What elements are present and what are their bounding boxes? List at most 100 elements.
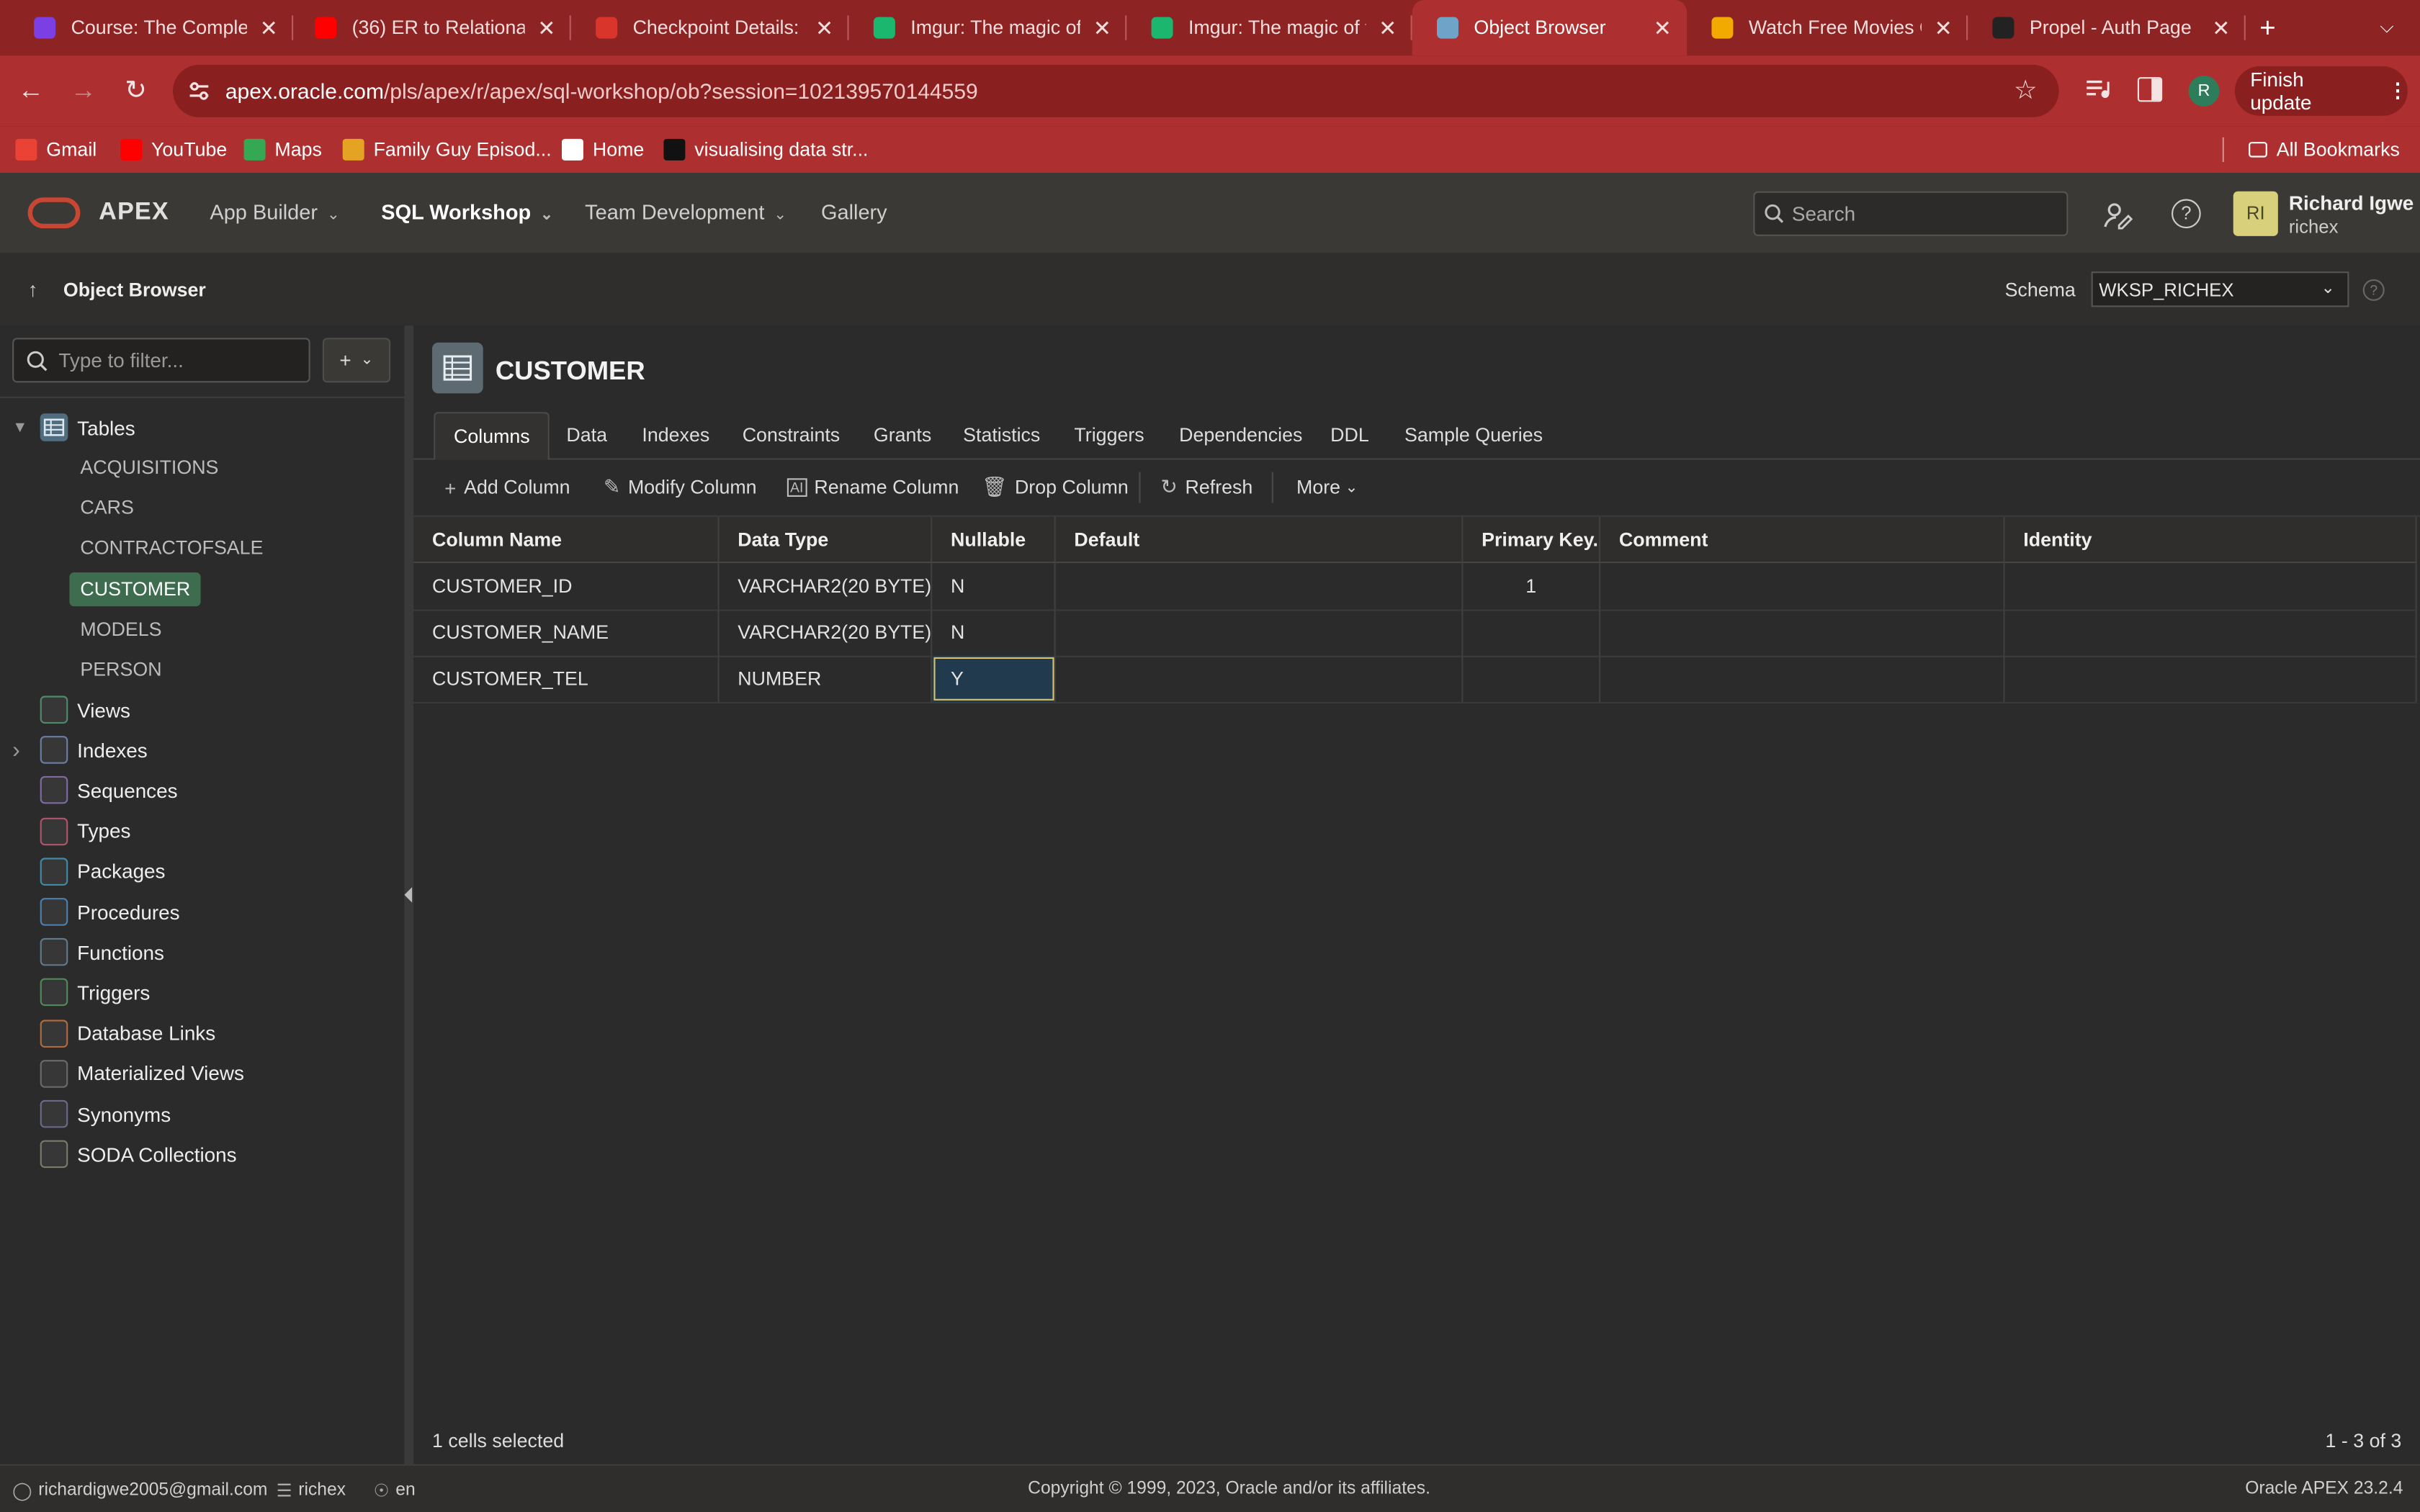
grid-cell[interactable]: CUSTOMER_TEL bbox=[413, 655, 720, 702]
schema-select[interactable]: WKSP_RICHEX ⌄ bbox=[2091, 271, 2349, 307]
grid-column-header[interactable]: Primary Key... bbox=[1463, 516, 1601, 562]
grid-cell[interactable]: CUSTOMER_ID bbox=[413, 563, 720, 610]
close-icon[interactable]: ✕ bbox=[1379, 14, 1397, 40]
bookmark-item[interactable]: visualising data str... bbox=[663, 136, 868, 164]
tree-node-category[interactable]: Views bbox=[0, 691, 404, 728]
footer-user[interactable]: ◯ richardigwe2005@gmail.com bbox=[12, 1480, 267, 1501]
chevron-down-icon[interactable]: ▼ bbox=[12, 419, 27, 436]
bookmark-item[interactable]: Home bbox=[562, 136, 644, 164]
tree-node-category[interactable]: Triggers bbox=[0, 974, 404, 1011]
rename-column-button[interactable]: AI Rename Column bbox=[786, 460, 959, 516]
grid-cell[interactable] bbox=[1463, 655, 1601, 702]
collapse-panel-icon[interactable] bbox=[404, 887, 413, 903]
chevron-right-icon[interactable]: › bbox=[12, 737, 20, 763]
new-tab-button[interactable]: + bbox=[2259, 12, 2276, 45]
grid-cell[interactable] bbox=[2005, 655, 2417, 702]
grid-cell[interactable]: N bbox=[932, 609, 1056, 656]
reload-icon[interactable]: ↻ bbox=[120, 76, 151, 107]
address-bar[interactable]: apex.oracle.com/pls/apex/r/apex/sql-work… bbox=[173, 65, 2059, 117]
close-icon[interactable]: ✕ bbox=[1654, 14, 1672, 40]
global-search-input[interactable]: Search bbox=[1753, 191, 2069, 236]
grid-cell[interactable]: VARCHAR2(20 BYTE) bbox=[720, 609, 933, 656]
grid-cell[interactable] bbox=[1600, 609, 2005, 656]
side-panel-icon[interactable] bbox=[2137, 77, 2163, 102]
grid-column-header[interactable]: Column Name bbox=[413, 516, 720, 562]
grid-cell[interactable]: VARCHAR2(20 BYTE) bbox=[720, 563, 933, 610]
grid-cell[interactable] bbox=[1056, 563, 1464, 610]
create-object-button[interactable]: + ⌄ bbox=[322, 338, 391, 383]
footer-language[interactable]: ☉ en bbox=[374, 1480, 416, 1501]
close-icon[interactable]: ✕ bbox=[537, 14, 555, 40]
tree-table-item[interactable]: ACQUISITIONS bbox=[80, 451, 218, 485]
tab-sample-queries[interactable]: Sample Queries bbox=[1404, 412, 1543, 458]
tab-dependencies[interactable]: Dependencies bbox=[1179, 412, 1302, 458]
media-controls-icon[interactable] bbox=[2084, 76, 2112, 104]
site-settings-icon[interactable] bbox=[188, 80, 210, 102]
grid-column-header[interactable]: Data Type bbox=[720, 516, 933, 562]
tree-filter-input[interactable]: Type to filter... bbox=[12, 338, 310, 383]
bookmark-star-icon[interactable]: ☆ bbox=[2014, 76, 2038, 107]
browser-tab[interactable]: Imgur: The magic of t ✕ bbox=[849, 0, 1127, 55]
grid-cell[interactable]: Y bbox=[932, 655, 1056, 702]
user-name[interactable]: Richard Igwe bbox=[2289, 192, 2414, 215]
grid-cell[interactable]: NUMBER bbox=[720, 655, 933, 702]
bookmark-item[interactable]: YouTube bbox=[120, 136, 227, 164]
back-icon[interactable]: ← bbox=[15, 76, 46, 107]
tab-constraints[interactable]: Constraints bbox=[743, 412, 841, 458]
user-avatar[interactable]: RI bbox=[2233, 191, 2278, 236]
browser-tab[interactable]: Object Browser ✕ bbox=[1412, 0, 1688, 56]
finish-update-button[interactable]: Finish update ⋮ bbox=[2234, 66, 2408, 116]
grid-column-header[interactable]: Nullable bbox=[932, 516, 1056, 562]
tree-table-item[interactable]: MODELS bbox=[80, 612, 161, 646]
grid-cell[interactable] bbox=[1600, 655, 2005, 702]
grid-cell[interactable] bbox=[2005, 563, 2417, 610]
oracle-logo-icon[interactable] bbox=[27, 197, 81, 229]
tree-node-category[interactable]: Procedures bbox=[0, 894, 404, 930]
tree-node-category[interactable]: SODA Collections bbox=[0, 1136, 404, 1173]
nav-team-development[interactable]: Team Development ⌄ bbox=[585, 201, 786, 224]
tab-data[interactable]: Data bbox=[566, 412, 607, 458]
add-column-button[interactable]: + Add Column bbox=[444, 460, 570, 516]
tab-statistics[interactable]: Statistics bbox=[963, 412, 1040, 458]
grid-cell[interactable] bbox=[1056, 609, 1464, 656]
footer-workspace[interactable]: ☰ richex bbox=[277, 1480, 346, 1501]
tree-node-category[interactable]: Packages bbox=[0, 853, 404, 890]
help-icon[interactable]: ? bbox=[2172, 199, 2201, 229]
tree-table-item[interactable]: CARS bbox=[80, 491, 133, 525]
grid-cell[interactable] bbox=[1463, 609, 1601, 656]
close-icon[interactable]: ✕ bbox=[1935, 14, 1953, 40]
tree-node-category[interactable]: Sequences bbox=[0, 772, 404, 809]
tree-node-category[interactable]: Types bbox=[0, 812, 404, 849]
tree-table-item[interactable]: CUSTOMER bbox=[69, 572, 202, 606]
tree-node-category[interactable]: Materialized Views bbox=[0, 1055, 404, 1092]
grid-cell[interactable] bbox=[2005, 609, 2417, 656]
grid-cell[interactable]: 1 bbox=[1463, 563, 1601, 610]
modify-column-button[interactable]: ✎ Modify Column bbox=[604, 460, 757, 516]
nav-app-builder[interactable]: App Builder ⌄ bbox=[210, 201, 339, 224]
browser-tab[interactable]: Watch Free Movies O ✕ bbox=[1687, 0, 1968, 55]
browser-tab[interactable]: Propel - Auth Page ✕ bbox=[1968, 0, 2246, 55]
tree-node-category[interactable]: Database Links bbox=[0, 1014, 404, 1051]
close-icon[interactable]: ✕ bbox=[260, 14, 278, 40]
browser-tab[interactable]: Imgur: The magic of t ✕ bbox=[1126, 0, 1412, 55]
browser-tab[interactable]: Checkpoint Details: D ✕ bbox=[571, 0, 849, 55]
tree-node-category[interactable]: Synonyms bbox=[0, 1095, 404, 1132]
tree-node-category[interactable]: Functions bbox=[0, 934, 404, 971]
grid-column-header[interactable]: Default bbox=[1056, 516, 1464, 562]
nav-sql-workshop[interactable]: SQL Workshop ⌄ bbox=[381, 201, 553, 224]
close-icon[interactable]: ✕ bbox=[815, 14, 833, 40]
nav-gallery[interactable]: Gallery bbox=[821, 201, 887, 224]
bookmark-item[interactable]: Gmail bbox=[15, 136, 97, 164]
tab-grants[interactable]: Grants bbox=[874, 412, 931, 458]
schema-help-icon[interactable]: ? bbox=[2362, 279, 2385, 301]
tree-table-item[interactable]: CONTRACTOFSALE bbox=[80, 531, 263, 565]
tab-ddl[interactable]: DDL bbox=[1330, 412, 1369, 458]
grid-cell[interactable]: N bbox=[932, 563, 1056, 610]
bookmark-item[interactable]: Family Guy Episod... bbox=[342, 136, 552, 164]
grid-column-header[interactable]: Identity bbox=[2005, 516, 2417, 562]
more-menu-button[interactable]: More ⌄ bbox=[1296, 460, 1358, 516]
tab-search-icon[interactable]: ⌵ bbox=[2380, 15, 2394, 38]
grid-cell[interactable]: CUSTOMER_NAME bbox=[413, 609, 720, 656]
close-icon[interactable]: ✕ bbox=[1093, 14, 1111, 40]
administration-icon[interactable] bbox=[2102, 199, 2133, 230]
